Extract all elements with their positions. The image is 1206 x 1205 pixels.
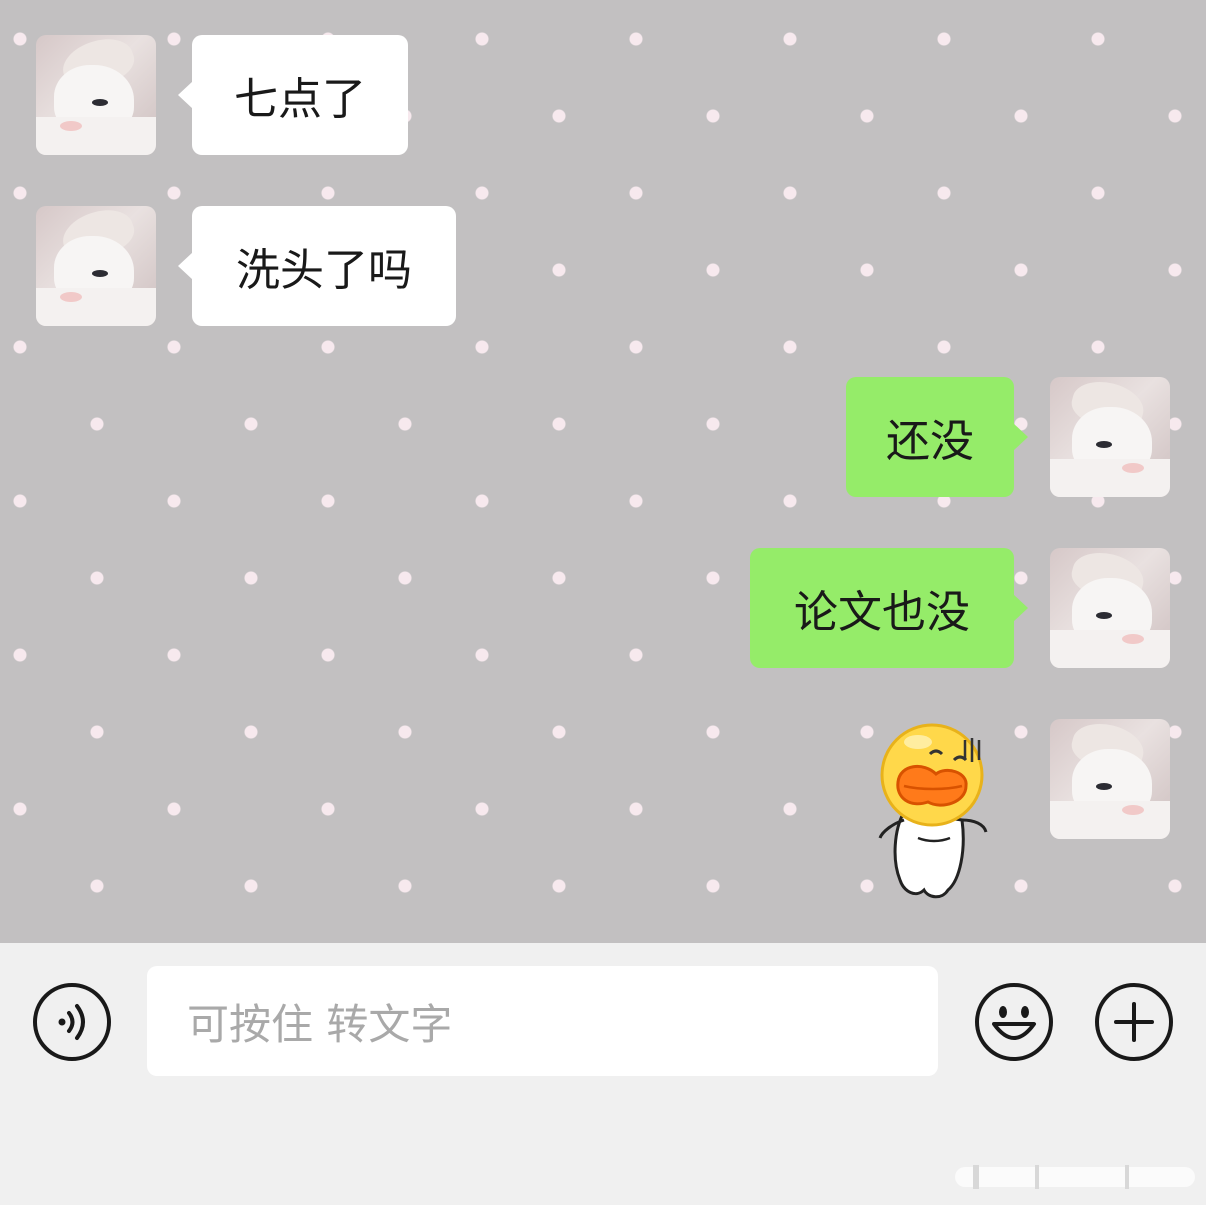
watermark-mark (955, 1163, 1195, 1191)
input-placeholder: 可按住 转文字 (187, 999, 453, 1049)
message-bubble-sent[interactable]: 论文也没 (750, 548, 1028, 668)
message-bubble-sent[interactable]: 还没 (846, 377, 1028, 497)
message-bubble-received[interactable]: 七点了 (178, 35, 408, 155)
contact-avatar[interactable] (36, 35, 156, 155)
my-avatar[interactable] (1050, 377, 1170, 497)
message-text: 论文也没 (794, 587, 970, 638)
message-text: 七点了 (234, 74, 366, 125)
message-text: 洗头了吗 (236, 245, 412, 296)
chat-area[interactable]: 七点了 洗头了吗 还没 论文也没 (0, 0, 1206, 943)
voice-wave-icon[interactable] (32, 982, 112, 1062)
message-bubble-received[interactable]: 洗头了吗 (178, 206, 456, 326)
my-avatar[interactable] (1050, 719, 1170, 839)
message-text: 还没 (886, 416, 974, 467)
smiley-icon[interactable] (974, 982, 1054, 1062)
contact-avatar[interactable] (36, 206, 156, 326)
duck-face-sticker[interactable] (870, 720, 1000, 905)
plus-icon[interactable] (1094, 982, 1174, 1062)
my-avatar[interactable] (1050, 548, 1170, 668)
message-input[interactable]: 可按住 转文字 (147, 966, 938, 1076)
